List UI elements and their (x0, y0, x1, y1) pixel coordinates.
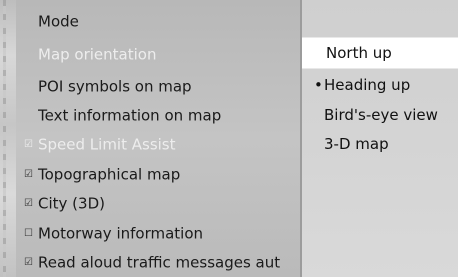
map-settings-menu: Mode Map orientation POI symbols on map … (16, 0, 302, 277)
menu-item-label: Mode (38, 12, 79, 31)
submenu-item-birds-eye-view[interactable]: Bird's-eye view (324, 101, 438, 129)
submenu-item-3d-map[interactable]: 3-D map (324, 130, 389, 158)
map-orientation-submenu: North up •Heading up Bird's-eye view 3-D… (302, 0, 458, 277)
submenu-item-north-up[interactable]: North up (326, 39, 392, 67)
menu-item-text-information[interactable]: Text information on map (38, 101, 324, 129)
submenu-item-heading-up[interactable]: •Heading up (314, 71, 410, 99)
menu-item-poi-symbols[interactable]: POI symbols on map (38, 72, 324, 100)
checkbox-checked-icon: ☑ (24, 138, 33, 150)
submenu-item-label: Bird's-eye view (324, 106, 438, 124)
menu-item-speed-limit-assist[interactable]: ☑ Speed Limit Assist (16, 130, 302, 158)
menu-item-label: City (3D) (38, 194, 105, 213)
menu-item-label: Speed Limit Assist (38, 135, 176, 154)
checkbox-checked-icon: ☑ (24, 168, 33, 180)
menu-item-map-orientation[interactable]: Map orientation (38, 40, 324, 68)
menu-item-motorway-information[interactable]: ☐ Motorway information (16, 219, 302, 247)
menu-item-label: Text information on map (38, 106, 222, 125)
selected-bullet-icon: • (314, 76, 323, 94)
navigation-map-screen: Mode Map orientation POI symbols on map … (0, 0, 458, 277)
menu-item-label: Topographical map (38, 165, 181, 184)
menu-item-label: Motorway information (38, 224, 204, 243)
menu-item-topographical-map[interactable]: ☑ Topographical map (16, 160, 302, 188)
menu-item-label: POI symbols on map (38, 77, 192, 96)
checkbox-checked-icon: ☑ (24, 256, 33, 268)
menu-item-label: Read aloud traffic messages aut (38, 253, 281, 272)
map-background (0, 0, 16, 277)
menu-item-label: Map orientation (38, 45, 157, 64)
checkbox-checked-icon: ☑ (24, 197, 33, 209)
submenu-item-label: 3-D map (324, 135, 389, 153)
submenu-item-label: Heading up (324, 76, 411, 94)
menu-item-read-aloud-traffic[interactable]: ☑ Read aloud traffic messages aut (16, 248, 302, 276)
menu-item-mode[interactable]: Mode (38, 7, 324, 35)
checkbox-unchecked-icon: ☐ (24, 227, 33, 239)
submenu-item-label: North up (326, 44, 392, 62)
menu-item-city-3d[interactable]: ☑ City (3D) (16, 189, 302, 217)
